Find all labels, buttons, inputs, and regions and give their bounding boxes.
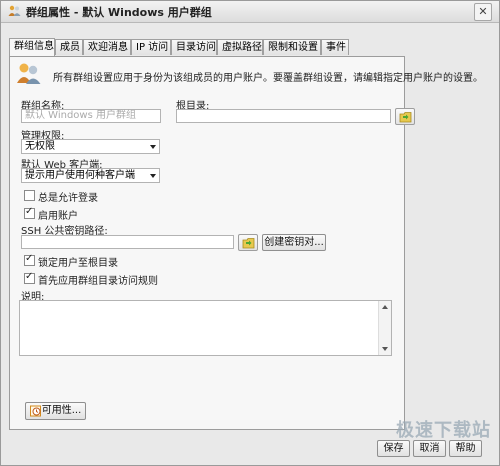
window-title: 群组属性 - 默认 Windows 用户群组 [26,6,212,19]
enable-account-checkbox[interactable] [24,206,35,219]
enable-account-label: 启用账户 [38,211,78,222]
tab-group-info[interactable]: 群组信息 [9,38,55,56]
description-textarea[interactable] [19,300,392,356]
ssh-key-field[interactable] [21,235,234,249]
group-app-icon [8,5,21,16]
web-client-select[interactable]: 提示用户使用何种客户端 [21,168,160,183]
admin-select[interactable]: 无权限 [21,139,160,154]
tab-members[interactable]: 成员 [55,39,83,55]
create-key-pair-button[interactable]: 创建密钥对... [262,234,326,251]
close-icon: ✕ [478,5,488,18]
availability-button[interactable]: 可用性... [25,402,86,420]
title-bar: 群组属性 - 默认 Windows 用户群组 ✕ [1,1,499,23]
availability-clock-icon [30,405,41,417]
tab-limits-settings[interactable]: 限制和设置 [263,39,321,55]
lock-root-checkbox[interactable] [24,253,35,266]
tab-directory-access[interactable]: 目录访问 [171,39,217,55]
close-button[interactable]: ✕ [474,3,492,21]
group-properties-window: 群组属性 - 默认 Windows 用户群组 ✕ 群组信息 成员 欢迎消息 IP… [0,0,500,466]
help-button[interactable]: 帮助 [449,440,482,457]
root-dir-field[interactable] [176,109,391,123]
users-icon [17,63,41,84]
apply-rules-first-label: 首先应用群组目录访问规则 [38,276,158,287]
folder-browse-icon [242,238,255,249]
always-allow-login-label: 总是允许登录 [38,193,98,204]
description-scrollbar[interactable] [378,301,391,355]
apply-rules-first-checkbox[interactable] [24,271,35,284]
folder-browse-icon [399,112,412,123]
always-allow-login-checkbox[interactable] [24,190,35,201]
tab-ip-access[interactable]: IP 访问 [131,39,171,55]
tab-events[interactable]: 事件 [321,39,349,55]
save-button[interactable]: 保存 [377,440,410,457]
cancel-button[interactable]: 取消 [413,440,446,457]
tab-virtual-paths[interactable]: 虚拟路径 [217,39,263,55]
browse-ssh-button[interactable] [238,234,258,251]
tab-welcome-message[interactable]: 欢迎消息 [83,39,131,55]
browse-root-button[interactable] [395,108,415,125]
dropdown-arrow-icon [150,145,156,149]
watermark-text: 极速下载站 [396,420,491,441]
scroll-up-icon [382,305,388,309]
scroll-down-icon [382,347,388,351]
lock-root-label: 锁定用户至根目录 [38,258,118,269]
group-name-field[interactable]: 默认 Windows 用户群组 [21,109,161,123]
dropdown-arrow-icon [150,174,156,178]
intro-text: 所有群组设置应用于身份为该组成员的用户账户。要覆盖群组设置，请编辑指定用户账户的… [53,73,483,84]
